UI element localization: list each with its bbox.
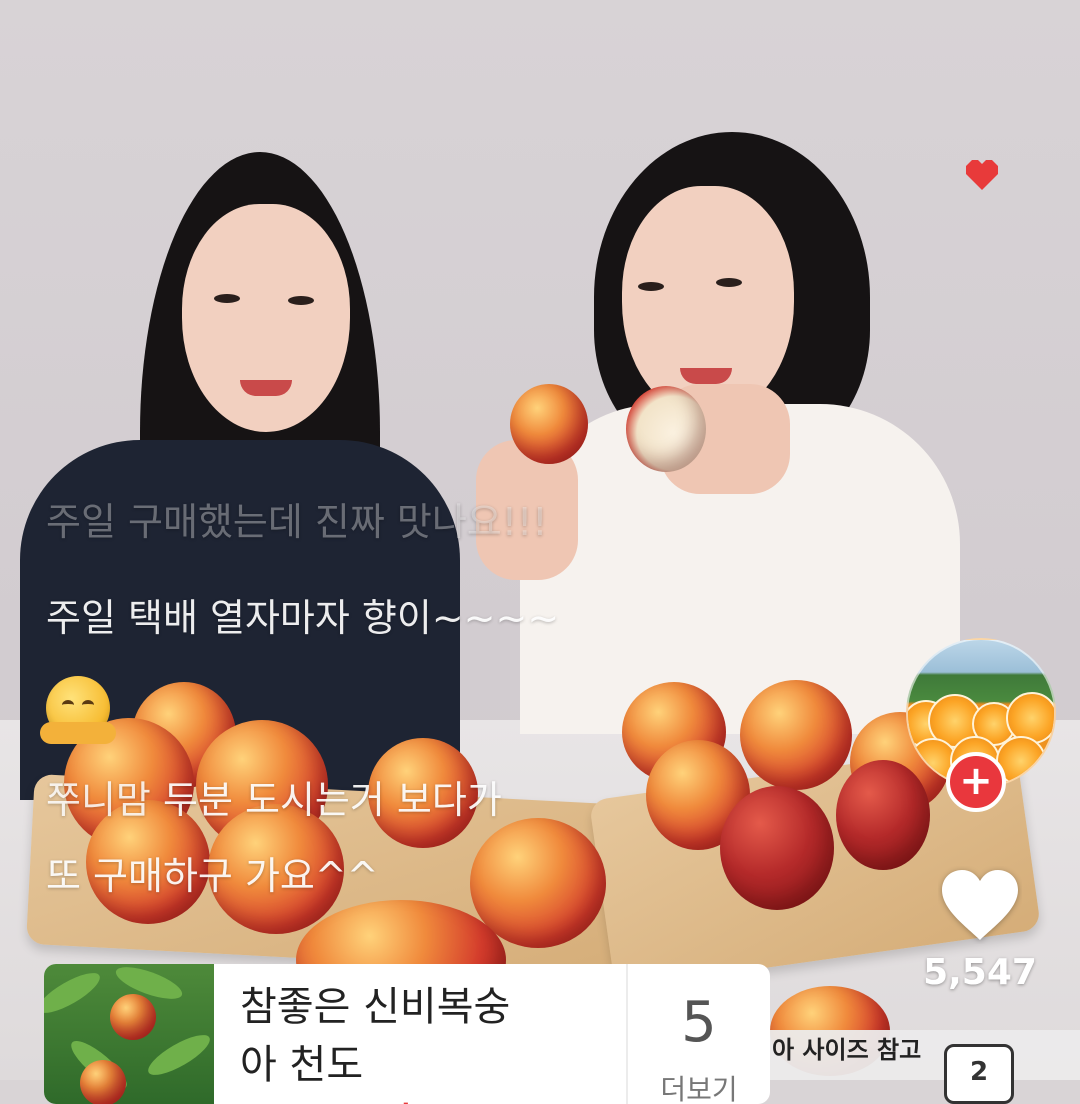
heart-icon — [966, 160, 998, 190]
cart-button[interactable]: 2 — [944, 1044, 1014, 1104]
peach — [720, 786, 834, 910]
size-reference-banner: 아 사이즈 참고 — [770, 1030, 1080, 1080]
like-heart-icon[interactable] — [938, 866, 1022, 944]
chat-nickname: 쭈니맘 — [46, 778, 151, 822]
chat-message: 주일 택배 열자마자 향이~~~~ — [46, 596, 560, 640]
chat-message: 쭈니맘 두분 도시는거 보다가 — [46, 778, 502, 824]
chat-message-continuation: 또 구매하구 가요^^ — [46, 854, 379, 898]
follow-button[interactable]: + — [946, 752, 1006, 812]
product-title: 참좋은 신비복숭 아 천도 — [240, 984, 511, 1088]
hugging-face-emoji — [40, 676, 116, 744]
cut-peach — [626, 386, 706, 472]
chat-text: 두분 도시는거 보다가 — [162, 778, 502, 822]
peach — [740, 680, 852, 790]
product-card[interactable]: 참좋은 신비복숭 아 천도 29,900원 5 더보기 — [44, 964, 770, 1104]
product-thumbnail — [44, 964, 214, 1104]
peach — [510, 384, 588, 464]
like-count: 5,547 — [923, 952, 1037, 993]
product-price: 29,900원 — [240, 1092, 412, 1104]
more-products-button[interactable]: 더보기 — [628, 1068, 770, 1104]
chat-message: 주일 구매했는데 진짜 맛나요!!! — [46, 500, 548, 544]
product-count: 5 — [681, 990, 717, 1055]
